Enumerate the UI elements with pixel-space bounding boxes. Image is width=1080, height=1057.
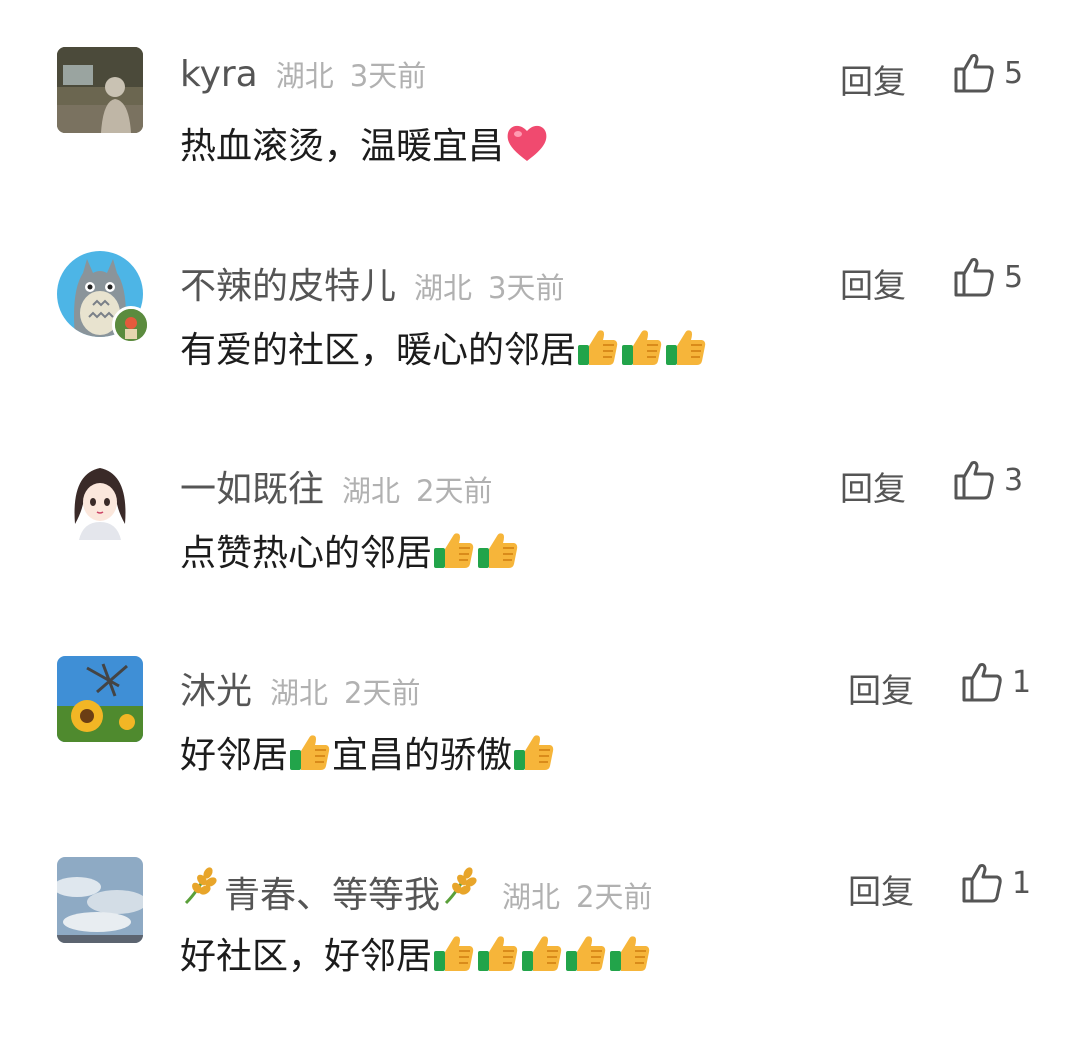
user-badge-icon	[112, 306, 150, 344]
reply-button[interactable]: 回复	[840, 259, 906, 307]
comment-item: 青春、等等我 湖北 2天前 好社区，好邻居 回复 1	[0, 857, 1080, 1057]
thumbs-up-emoji-icon	[564, 931, 608, 975]
reply-button[interactable]: 回复	[848, 664, 914, 712]
like-count: 3	[1004, 462, 1024, 498]
username[interactable]: kyra	[180, 54, 258, 95]
thumbs-up-outline-icon	[952, 458, 996, 502]
comment-header: 沐光 湖北 2天前	[180, 662, 420, 716]
sunflower-avatar-image	[57, 656, 143, 742]
timestamp: 2天前	[576, 880, 653, 914]
like-count: 1	[1012, 664, 1032, 700]
like-button[interactable]: 5	[952, 51, 1023, 95]
like-button[interactable]: 5	[952, 255, 1023, 299]
avatar[interactable]	[57, 656, 143, 742]
comment-text: 热血滚烫，温暖宜昌	[180, 117, 550, 169]
timestamp: 3天前	[488, 271, 565, 305]
heart-emoji-icon	[504, 120, 550, 166]
comment-text: 好邻居 宜昌的骄傲	[180, 726, 556, 778]
like-button[interactable]: 3	[952, 458, 1023, 502]
like-button[interactable]: 1	[960, 861, 1031, 905]
thumbs-up-emoji-icon	[576, 325, 620, 369]
location-label: 湖北	[275, 59, 334, 93]
thumbs-up-emoji-icon	[520, 931, 564, 975]
thumbs-up-outline-icon	[952, 255, 996, 299]
thumbs-up-emoji-icon	[512, 730, 556, 774]
comment-header: 不辣的皮特儿 湖北 3天前	[180, 257, 564, 311]
username[interactable]: 一如既往	[180, 460, 324, 512]
comment-body: 好社区，好邻居	[180, 936, 433, 977]
like-button[interactable]: 1	[960, 660, 1031, 704]
comment-text: 有爱的社区，暖心的邻居	[180, 321, 708, 373]
thumbs-up-emoji-icon	[620, 325, 664, 369]
comment-header: kyra 湖北 3天前	[180, 53, 426, 107]
sky-avatar-image	[57, 857, 143, 943]
like-count: 5	[1004, 55, 1024, 91]
location-label: 湖北	[342, 474, 401, 508]
thumbs-up-emoji-icon	[608, 931, 652, 975]
thumbs-up-emoji-icon	[432, 931, 476, 975]
thumbs-up-outline-icon	[960, 861, 1004, 905]
comment-body: 有爱的社区，暖心的邻居	[180, 330, 577, 371]
comment-text: 好社区，好邻居	[180, 927, 652, 979]
comment-item: 不辣的皮特儿 湖北 3天前 有爱的社区，暖心的邻居 回复 5	[0, 251, 1080, 451]
comment-header: 一如既往 湖北 2天前	[180, 460, 492, 514]
comment-body-part: 好邻居	[180, 735, 289, 776]
location-label: 湖北	[270, 676, 329, 710]
thumbs-up-emoji-icon	[476, 528, 520, 572]
comment-item: 沐光 湖北 2天前 好邻居 宜昌的骄傲 回复 1	[0, 656, 1080, 856]
timestamp: 2天前	[344, 676, 421, 710]
like-count: 5	[1004, 259, 1024, 295]
thumbs-up-emoji-icon	[432, 528, 476, 572]
comment-item: kyra 湖北 3天前 热血滚烫，温暖宜昌 回复 5	[0, 47, 1080, 247]
thumbs-up-emoji-icon	[664, 325, 708, 369]
username[interactable]: 青春、等等我	[224, 866, 440, 918]
username[interactable]: 沐光	[180, 662, 252, 714]
comment-body: 点赞热心的邻居	[180, 533, 433, 574]
avatar[interactable]	[57, 857, 143, 943]
reply-button[interactable]: 回复	[848, 865, 914, 913]
anime-girl-avatar-image	[57, 454, 143, 540]
thumbs-up-outline-icon	[952, 51, 996, 95]
avatar[interactable]	[57, 47, 143, 133]
rice-emoji-icon	[180, 863, 224, 907]
username[interactable]: 不辣的皮特儿	[180, 257, 396, 309]
comment-item: 一如既往 湖北 2天前 点赞热心的邻居 回复 3	[0, 454, 1080, 654]
rice-emoji-icon	[440, 863, 484, 907]
comment-header: 青春、等等我 湖北 2天前	[180, 863, 652, 917]
like-count: 1	[1012, 865, 1032, 901]
location-label: 湖北	[414, 271, 473, 305]
timestamp: 2天前	[416, 474, 493, 508]
thumbs-up-emoji-icon	[288, 730, 332, 774]
thumbs-up-emoji-icon	[476, 931, 520, 975]
avatar-photo-image	[57, 47, 143, 133]
reply-button[interactable]: 回复	[840, 462, 906, 510]
comment-text: 点赞热心的邻居	[180, 524, 520, 576]
location-label: 湖北	[502, 880, 561, 914]
thumbs-up-outline-icon	[960, 660, 1004, 704]
reply-button[interactable]: 回复	[840, 55, 906, 103]
timestamp: 3天前	[349, 59, 427, 93]
avatar[interactable]	[57, 454, 143, 540]
comment-body-part: 宜昌的骄傲	[332, 735, 513, 776]
comment-body: 热血滚烫，温暖宜昌	[180, 126, 505, 167]
